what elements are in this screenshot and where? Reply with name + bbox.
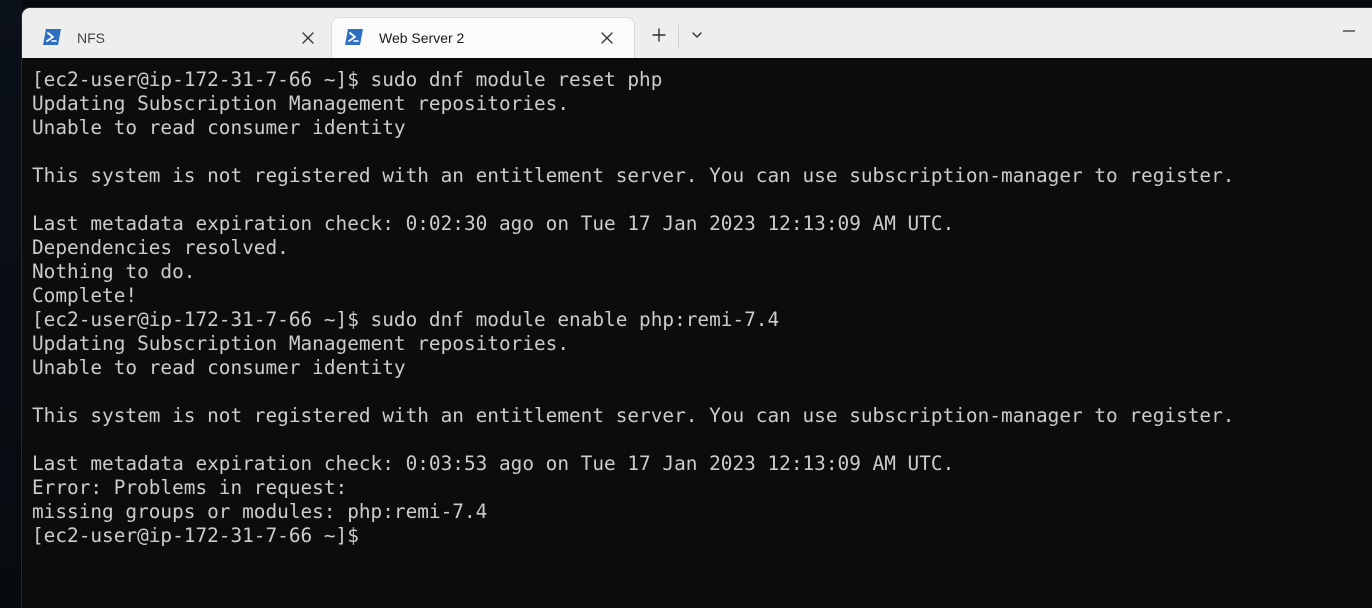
terminal-line: [ec2-user@ip-172-31-7-66 ~]$ sudo dnf mo… (32, 68, 663, 91)
titlebar-divider (678, 25, 679, 49)
chevron-down-icon[interactable] (688, 26, 706, 44)
terminal-window: NFS Web Server 2 [ec2-user@ip-172-31-7-6… (22, 8, 1372, 608)
terminal-line: Last metadata expiration check: 0:02:30 … (32, 212, 955, 235)
close-icon[interactable] (300, 30, 316, 46)
terminal-line: Unable to read consumer identity (32, 116, 406, 139)
terminal-line: Complete! (32, 284, 138, 307)
terminal-line: [ec2-user@ip-172-31-7-66 ~]$ sudo dnf mo… (32, 308, 780, 331)
terminal-line: missing groups or modules: php:remi-7.4 (32, 500, 488, 523)
terminal-line: Nothing to do. (32, 260, 196, 283)
terminal-line: Updating Subscription Management reposit… (32, 332, 570, 355)
desktop-background (0, 0, 22, 608)
terminal-line: Last metadata expiration check: 0:03:53 … (32, 452, 955, 475)
terminal-line: This system is not registered with an en… (32, 404, 1235, 427)
powershell-icon (42, 28, 62, 46)
minimize-icon[interactable] (1342, 24, 1356, 38)
terminal-line: Unable to read consumer identity (32, 356, 406, 379)
tab-web-server-2[interactable]: Web Server 2 (332, 18, 634, 58)
tab-title: NFS (77, 30, 105, 46)
terminal-line: This system is not registered with an en… (32, 164, 1235, 187)
plus-icon[interactable] (650, 26, 668, 44)
terminal-output[interactable]: [ec2-user@ip-172-31-7-66 ~]$ sudo dnf mo… (22, 58, 1372, 608)
tab-title: Web Server 2 (379, 30, 465, 46)
tab-bar: NFS Web Server 2 (22, 8, 1372, 58)
terminal-line: Updating Subscription Management reposit… (32, 92, 570, 115)
terminal-prompt[interactable]: [ec2-user@ip-172-31-7-66 ~]$ (32, 524, 359, 548)
tab-nfs[interactable]: NFS (30, 18, 330, 58)
terminal-line: Dependencies resolved. (32, 236, 289, 259)
terminal-line: Error: Problems in request: (32, 476, 348, 499)
powershell-icon (344, 28, 364, 46)
close-icon[interactable] (599, 30, 615, 46)
